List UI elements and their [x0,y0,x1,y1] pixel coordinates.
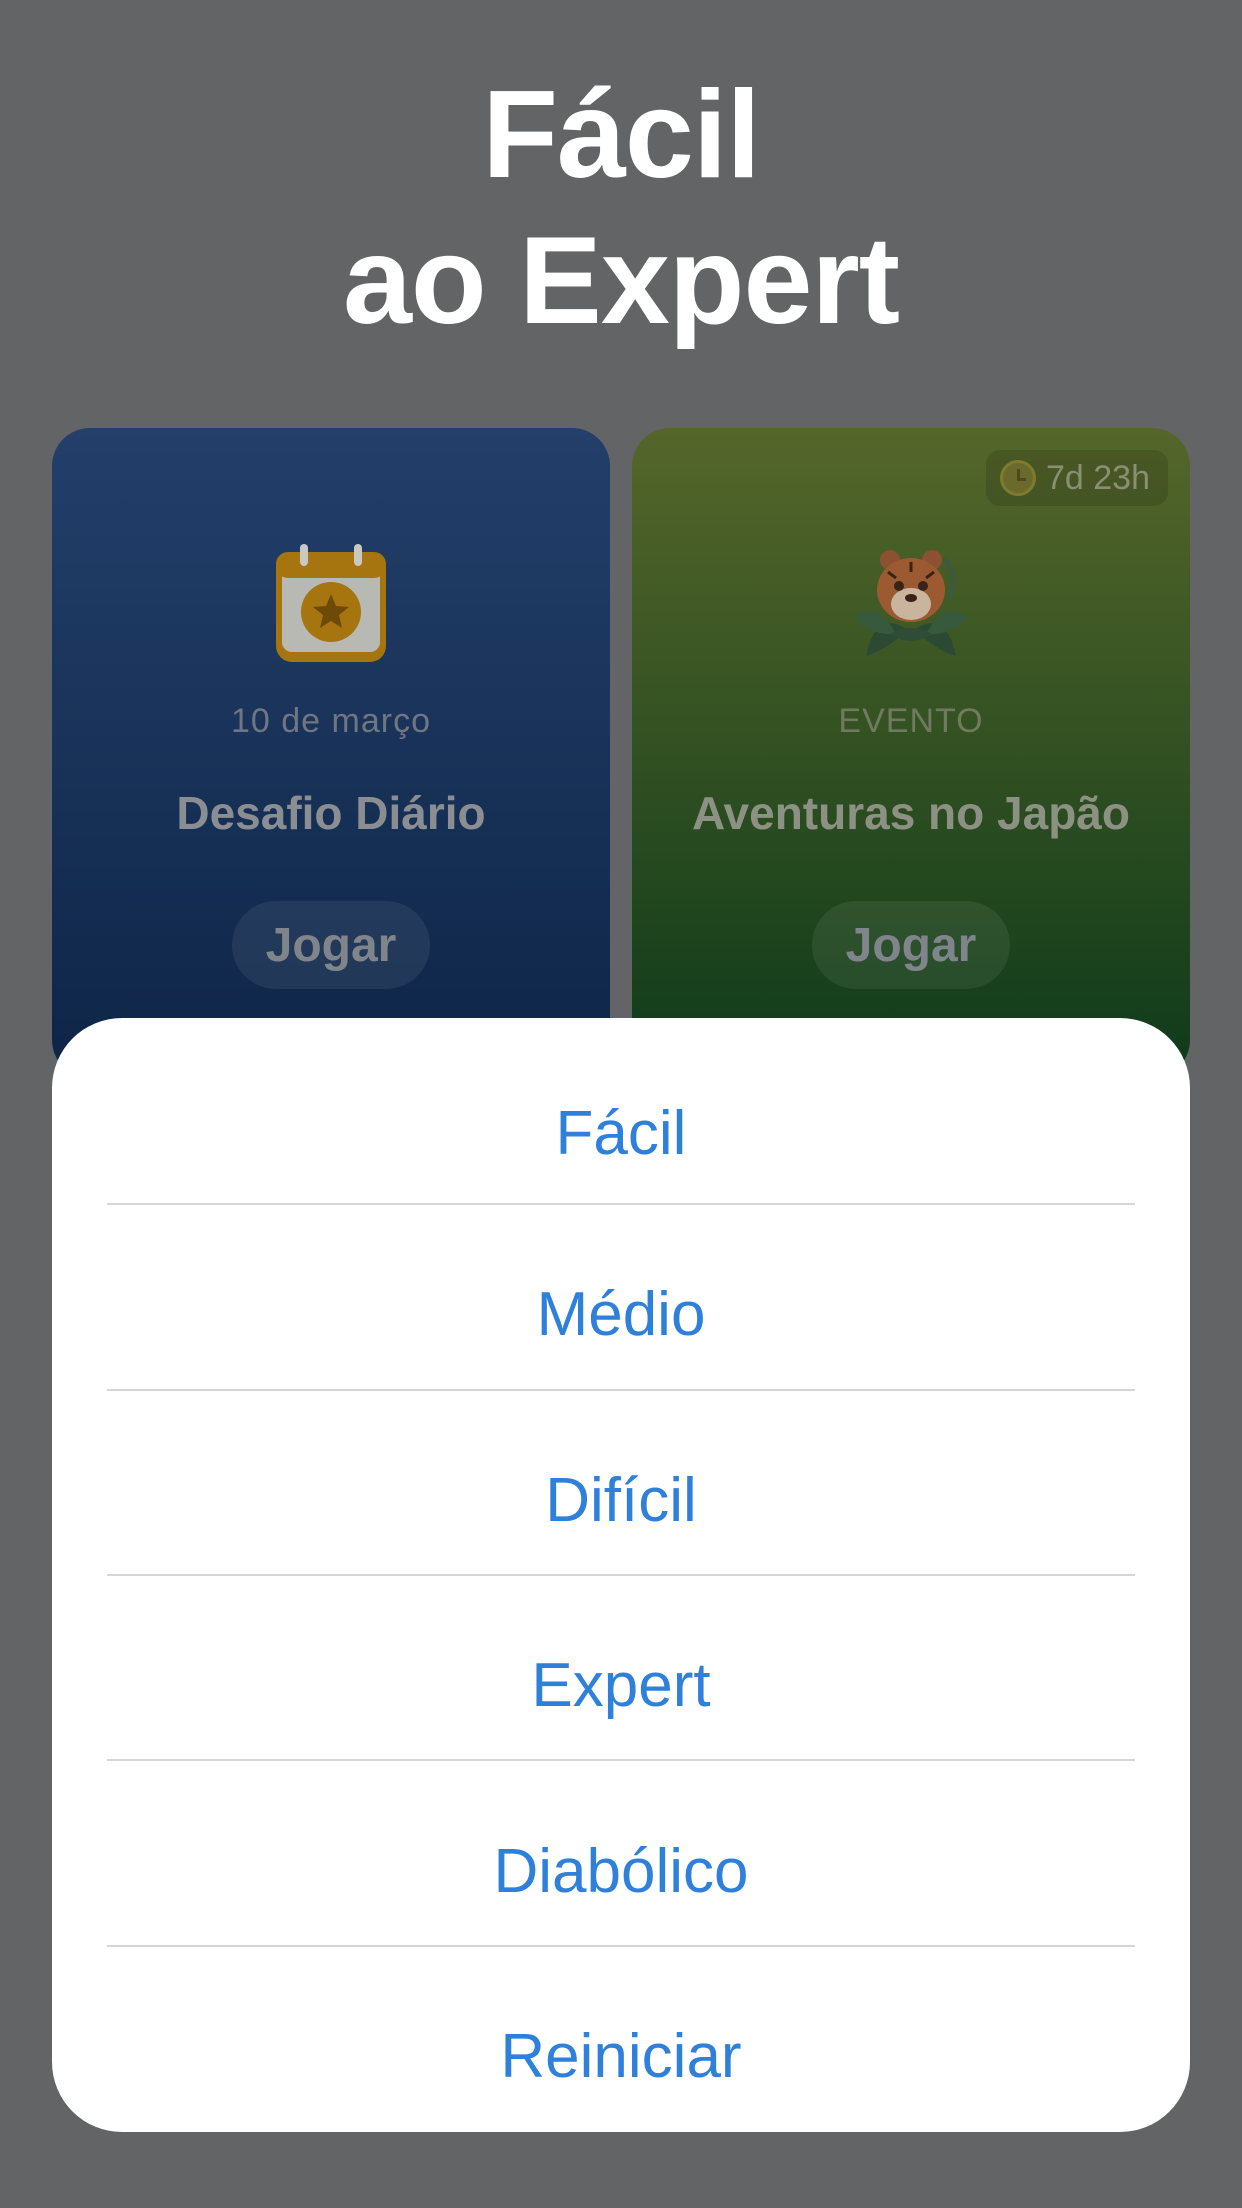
event-timer-badge: 7d 23h [986,450,1168,506]
event-title: Aventuras no Japão [692,787,1130,839]
tiger-icon [846,538,976,668]
difficulty-action-sheet: Fácil Médio Difícil Expert Diabólico Rei… [52,1018,1190,2132]
page-headline: Fácil ao Expert [0,62,1242,354]
headline-line-1: Fácil [482,66,761,204]
daily-play-button[interactable]: Jogar [232,901,430,989]
daily-challenge-card[interactable]: 10 de março Desafio Diário Jogar [52,428,610,1078]
divider [107,1759,1135,1761]
option-medium[interactable]: Médio [52,1223,1190,1405]
event-timer-text: 7d 23h [1046,458,1150,497]
calendar-star-icon [266,538,396,668]
clock-icon [1000,460,1036,496]
event-card[interactable]: 7d 23h EVENTO Aventuras no Japão Jogar [632,428,1190,1078]
option-hard[interactable]: Difícil [52,1409,1190,1591]
divider [107,1389,1135,1391]
divider [107,1203,1135,1205]
daily-date: 10 de março [231,702,431,740]
event-label: EVENTO [838,702,984,740]
daily-title: Desafio Diário [176,787,486,839]
option-restart[interactable]: Reiniciar [52,1965,1190,2132]
event-play-button[interactable]: Jogar [812,901,1010,989]
option-easy[interactable]: Fácil [52,1042,1190,1224]
divider [107,1574,1135,1576]
option-diabolical[interactable]: Diabólico [52,1780,1190,1962]
headline-line-2: ao Expert [342,212,900,350]
divider [107,1945,1135,1947]
option-expert[interactable]: Expert [52,1594,1190,1776]
